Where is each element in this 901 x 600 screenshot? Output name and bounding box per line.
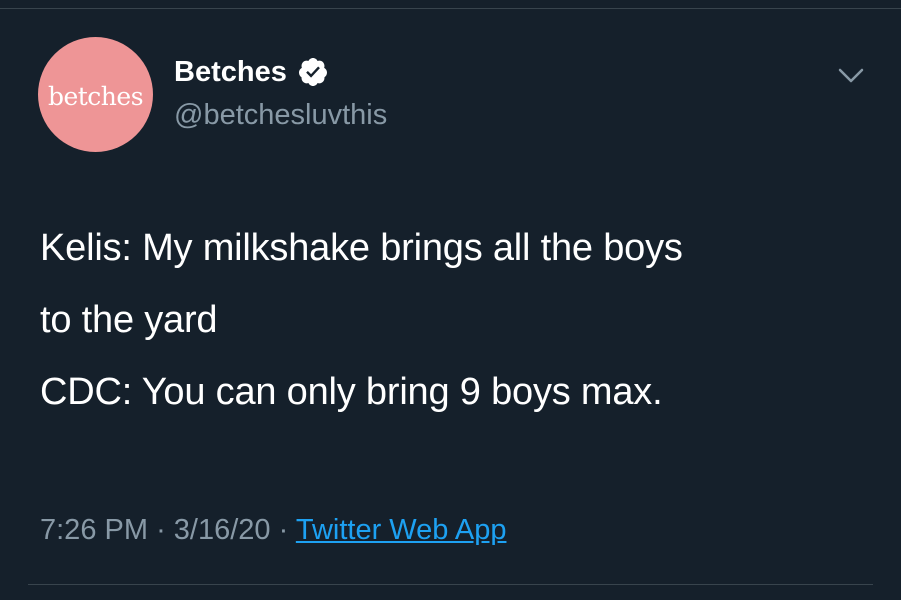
tweet-text-line: Kelis: My milkshake brings all the boys — [40, 227, 683, 269]
tweet-date[interactable]: 3/16/20 — [174, 514, 271, 546]
display-name[interactable]: Betches — [174, 52, 287, 92]
tweet-metadata: 7:26 PM · 3/16/20 · Twitter Web App — [40, 510, 506, 550]
tweet-time[interactable]: 7:26 PM — [40, 514, 148, 546]
avatar[interactable]: betches — [38, 37, 153, 152]
tweet-text-line: CDC: You can only bring 9 boys max. — [40, 371, 663, 413]
bottom-divider — [28, 584, 873, 585]
meta-separator: · — [278, 514, 289, 546]
author-name-row: Betches — [174, 52, 329, 92]
tweet-text-line: to the yard — [40, 299, 218, 341]
verified-badge-icon — [298, 58, 327, 86]
author-handle[interactable]: @betchesluvthis — [174, 96, 387, 134]
tweet-card: betches Betches @betchesluvthis Kelis: M… — [0, 0, 901, 600]
tweet-source-link[interactable]: Twitter Web App — [296, 514, 507, 546]
tweet-text: Kelis: My milkshake brings all the boys … — [40, 212, 880, 428]
meta-separator: · — [156, 514, 166, 546]
chevron-down-icon[interactable] — [836, 64, 866, 88]
avatar-logo-text: betches — [47, 82, 144, 111]
